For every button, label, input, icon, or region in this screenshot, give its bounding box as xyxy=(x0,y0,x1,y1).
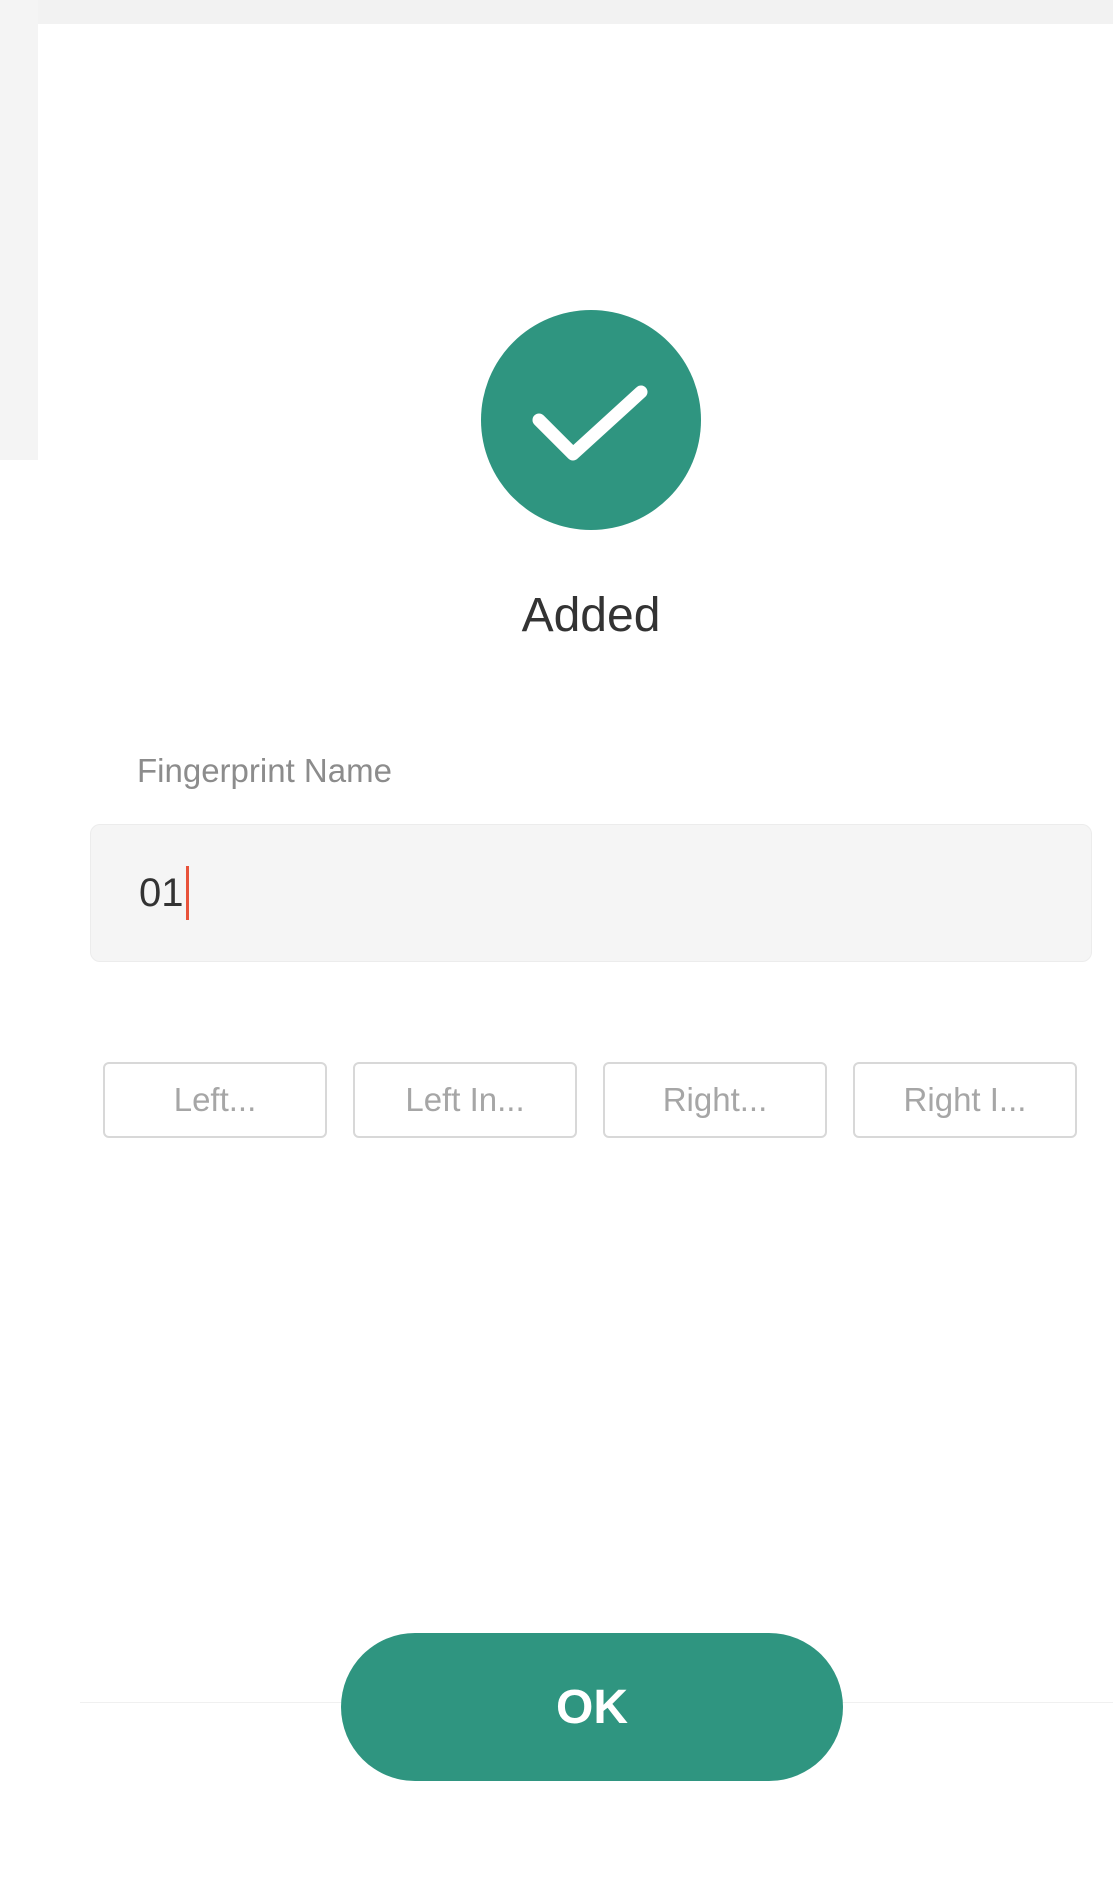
fingerprint-name-label: Fingerprint Name xyxy=(137,752,392,789)
status-label: Added xyxy=(521,589,661,642)
fingerprint-name-input[interactable]: 01 xyxy=(90,824,1092,962)
ok-button[interactable]: OK xyxy=(341,1633,843,1781)
success-badge xyxy=(481,310,701,530)
left-background-strip xyxy=(0,0,38,460)
checkmark-icon xyxy=(532,385,648,461)
text-caret xyxy=(185,866,189,920)
finger-option-right-thumb[interactable]: Right... xyxy=(603,1062,827,1138)
fingerprint-name-value-wrap: 01 xyxy=(139,865,189,921)
finger-option-right-index[interactable]: Right I... xyxy=(853,1062,1077,1138)
finger-option-left-index[interactable]: Left In... xyxy=(353,1062,577,1138)
finger-option-left-thumb[interactable]: Left... xyxy=(103,1062,327,1138)
fingerprint-name-value: 01 xyxy=(139,870,184,915)
top-background-strip xyxy=(0,0,1113,24)
